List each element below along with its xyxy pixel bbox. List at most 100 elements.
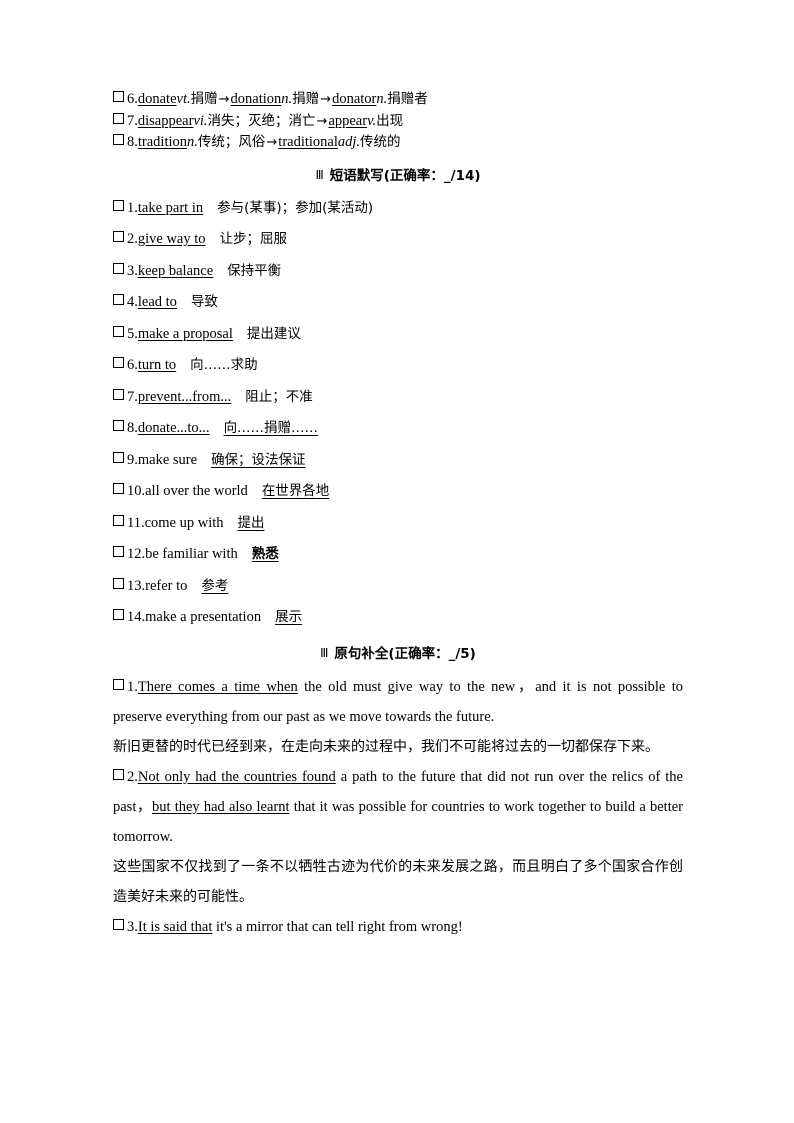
checkbox-icon[interactable]	[113, 262, 124, 274]
phrase-item: 13. refer to 参考	[113, 574, 683, 595]
checkbox-icon[interactable]	[113, 609, 124, 620]
phrase-answer: 向……捐赠……	[223, 420, 319, 436]
checkbox-icon[interactable]	[113, 679, 124, 690]
arrow-icon: →	[266, 135, 278, 150]
word-pos: n.	[281, 91, 293, 107]
checkbox-icon[interactable]	[113, 546, 124, 557]
checkbox-icon[interactable]	[113, 294, 124, 305]
item-number: 7.	[127, 388, 138, 405]
sentence-blank: It is said that	[137, 919, 213, 935]
phrase-item: 5. make a proposal 提出建议	[113, 322, 683, 343]
phrase-section-heading: Ⅲ 短语默写(正确率：_/14)	[113, 164, 683, 184]
checkbox-icon[interactable]	[113, 769, 124, 780]
checkbox-icon[interactable]	[113, 91, 124, 102]
phrase-english: all over the world	[145, 483, 248, 499]
phrase-list: 1. take part in 参与(某事)；参加(某活动) 2. give way …	[113, 196, 683, 627]
sentence-translation: 这些国家不仅找到了一条不以牺牲古迹为代价的未来发展之路，而且明白了多个国家合作创…	[113, 859, 683, 905]
checkbox-icon[interactable]	[113, 451, 124, 463]
word-term: donator	[332, 91, 377, 107]
phrase-english: prevent...from...	[137, 388, 232, 405]
phrase-english: make a proposal	[137, 325, 233, 342]
phrase-item: 9. make sure 确保；设法保证	[113, 448, 683, 469]
checkbox-icon[interactable]	[113, 134, 124, 145]
phrase-answer: 在世界各地	[261, 483, 330, 499]
item-number: 14.	[127, 609, 146, 625]
phrase-english: refer to	[145, 577, 188, 594]
checkbox-icon[interactable]	[113, 420, 124, 431]
document-content: 6. donate vt. 捐赠 → donation n. 捐赠 → donator n. 捐赠者 …	[113, 91, 683, 942]
sentence-rest: it's a mirror that can tell right from w…	[212, 919, 463, 935]
phrase-answer: 确保；设法保证	[211, 451, 306, 468]
phrase-answer: 参与(某事)；参加(某活动)	[217, 199, 374, 216]
item-number: 2.	[127, 231, 138, 247]
phrase-item: 7. prevent...from... 阻止；不准	[113, 385, 683, 406]
item-number: 11.	[127, 514, 145, 531]
phrase-english: make a presentation	[145, 609, 262, 625]
checkbox-icon[interactable]	[113, 199, 124, 211]
word-pos: n.	[376, 91, 388, 107]
sentence-translation: 新旧更替的时代已经到来，在走向未来的过程中，我们不可能将过去的一切都保存下来。	[113, 739, 659, 755]
checkbox-icon[interactable]	[113, 577, 124, 589]
phrase-english: lead to	[137, 294, 177, 310]
document-page: 6. donate vt. 捐赠 → donation n. 捐赠 → donator n. 捐赠者 …	[0, 0, 794, 1123]
phrase-item: 4. lead to 导致	[113, 290, 683, 311]
word-pos: adj.	[337, 134, 361, 150]
item-number: 6.	[127, 91, 138, 107]
phrase-english: be familiar with	[145, 546, 238, 562]
sentence-item: 3.It is said that it's a mirror that can…	[113, 912, 683, 942]
phrase-item: 6. turn to 向……求助	[113, 353, 683, 374]
word-term: donate	[137, 91, 177, 107]
item-number: 9.	[127, 451, 138, 468]
word-meaning: 传统；风俗	[197, 134, 266, 150]
phrase-answer: 提出建议	[246, 325, 301, 342]
section-marker: Ⅲ	[315, 167, 323, 182]
phrase-item: 1. take part in 参与(某事)；参加(某活动)	[113, 196, 683, 217]
arrow-icon: →	[320, 92, 332, 107]
word-term: traditional	[278, 134, 338, 150]
checkbox-icon[interactable]	[113, 357, 124, 368]
word-pos: n.	[187, 134, 198, 150]
checkbox-icon[interactable]	[113, 112, 124, 124]
word-meaning: 捐赠者	[387, 91, 428, 107]
section-title: 原句补全(正确率：_/5)	[334, 646, 476, 662]
arrow-icon: →	[218, 92, 230, 107]
phrase-english: turn to	[137, 357, 177, 373]
word-list: 6. donate vt. 捐赠 → donation n. 捐赠 → donator n. 捐赠者 …	[113, 91, 683, 150]
item-number: 13.	[127, 577, 146, 594]
phrase-item: 11. come up with 提出	[113, 511, 683, 532]
sentence-blank-2: but they had also learnt	[151, 799, 290, 815]
word-item: 7. disappear vi. 消失；灭绝；消亡 → appear v. 出现	[113, 112, 683, 129]
phrase-item: 2. give way to 让步；屈服	[113, 227, 683, 248]
item-number: 10.	[127, 483, 146, 499]
word-meaning: 消失；灭绝；消亡	[207, 112, 316, 129]
word-meaning: 出现	[376, 112, 404, 129]
sentence-blank: Not only had the countries found	[137, 769, 336, 785]
checkbox-icon[interactable]	[113, 325, 124, 337]
checkbox-icon[interactable]	[113, 388, 124, 400]
checkbox-icon[interactable]	[113, 919, 124, 930]
section-title: 短语默写(正确率：_/14)	[329, 167, 481, 184]
word-meaning: 捐赠	[190, 91, 218, 107]
word-item: 8. tradition n. 传统；风俗 → traditional adj. 传统的	[113, 134, 683, 150]
item-number: 1.	[127, 679, 138, 695]
checkbox-icon[interactable]	[113, 483, 124, 494]
item-number: 7.	[127, 112, 138, 129]
word-pos: vt.	[176, 91, 191, 107]
phrase-item: 12. be familiar with 熟悉	[113, 542, 683, 563]
word-meaning: 捐赠	[292, 91, 320, 107]
item-number: 3.	[127, 919, 138, 935]
item-number: 12.	[127, 546, 146, 562]
phrase-answer: 导致	[190, 294, 218, 310]
item-number: 2.	[127, 769, 138, 785]
phrase-item: 10. all over the world 在世界各地	[113, 479, 683, 500]
arrow-icon: →	[316, 113, 328, 129]
phrase-english: keep balance	[137, 262, 214, 279]
item-number: 5.	[127, 325, 138, 342]
word-pos: vi.	[193, 112, 208, 129]
phrase-answer: 参考	[201, 577, 229, 594]
item-number: 4.	[127, 294, 138, 310]
checkbox-icon[interactable]	[113, 514, 124, 526]
phrase-answer: 保持平衡	[227, 262, 282, 279]
checkbox-icon[interactable]	[113, 231, 124, 242]
item-number: 8.	[127, 420, 138, 436]
